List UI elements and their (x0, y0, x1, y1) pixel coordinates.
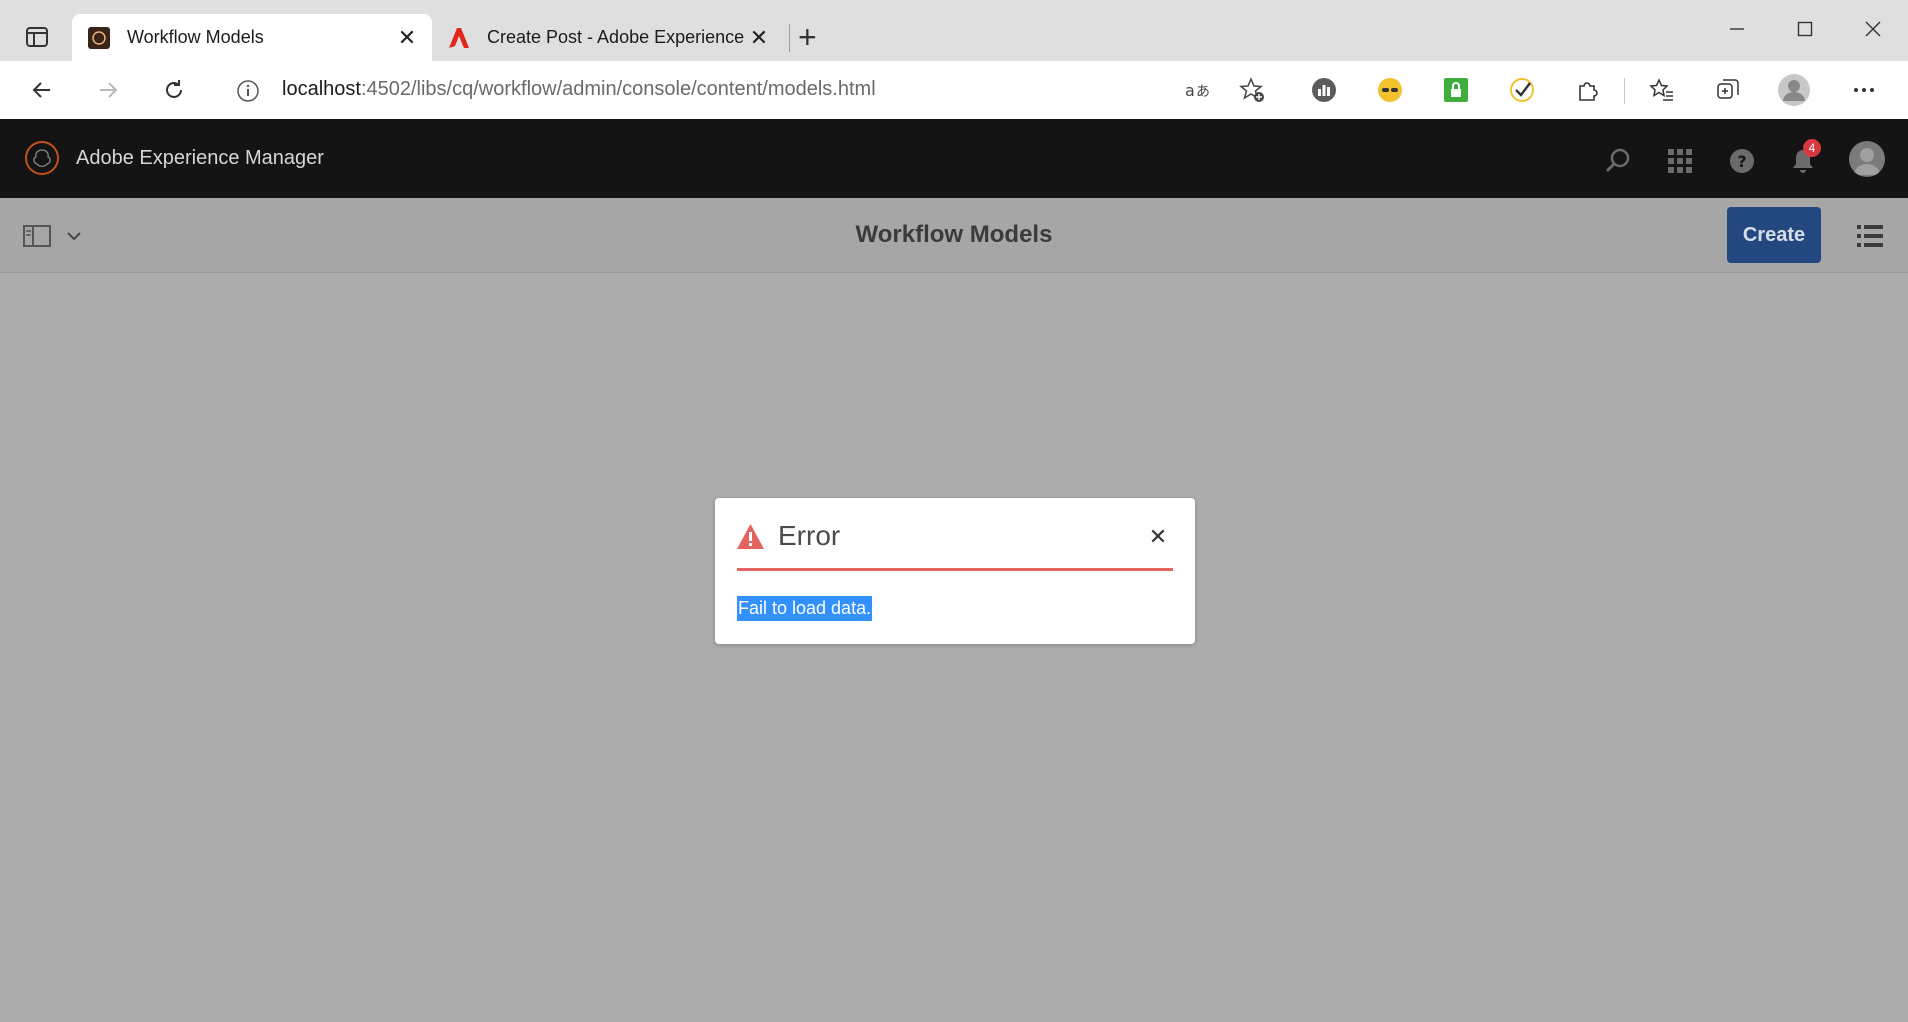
error-message: Fail to load data. (737, 596, 873, 621)
page-title: Workflow Models (855, 221, 1053, 248)
url-path: :4502/libs/cq/workflow/admin/console/con… (360, 78, 876, 100)
refresh-button[interactable] (156, 72, 192, 108)
svg-text:あ: あ (1196, 84, 1210, 100)
maximize-button[interactable] (1785, 14, 1825, 48)
extension-chart-icon[interactable] (1306, 72, 1342, 108)
minimize-button[interactable] (1717, 14, 1757, 48)
favorites-icon[interactable] (1644, 72, 1680, 108)
back-button[interactable] (24, 72, 60, 108)
search-icon[interactable] (1601, 144, 1635, 178)
tab-workflow-models[interactable]: Workflow Models ✕ (72, 14, 432, 61)
aem-favicon-icon (88, 26, 110, 49)
close-tab-icon[interactable]: ✕ (392, 25, 422, 51)
create-button[interactable]: Create (1727, 207, 1821, 263)
dialog-header-rule (737, 568, 1173, 571)
user-avatar[interactable] (1849, 141, 1885, 177)
url-text[interactable]: localhost:4502/libs/cq/workflow/admin/co… (282, 78, 876, 101)
solutions-grid-icon[interactable] (1663, 144, 1697, 178)
site-info-icon[interactable] (236, 79, 260, 103)
collections-icon[interactable] (1710, 72, 1746, 108)
add-favorite-icon[interactable] (1234, 72, 1270, 108)
extension-lock-icon[interactable] (1438, 72, 1474, 108)
product-name[interactable]: Adobe Experience Manager (76, 147, 324, 170)
adobe-favicon-icon (448, 27, 470, 49)
tab-title: Workflow Models (127, 27, 264, 47)
url-host: localhost (282, 78, 361, 100)
help-icon[interactable]: ? (1725, 144, 1759, 178)
extension-glasses-icon[interactable] (1372, 72, 1408, 108)
settings-more-icon[interactable] (1846, 72, 1882, 108)
notification-count-badge: 4 (1803, 139, 1821, 157)
alert-triangle-icon (736, 523, 765, 550)
forward-button[interactable] (90, 72, 126, 108)
tab-title: Create Post - Adobe Experience (487, 27, 744, 47)
close-tab-icon[interactable]: ✕ (744, 25, 774, 51)
tab-actions-icon[interactable] (20, 20, 54, 54)
close-window-button[interactable] (1853, 14, 1893, 48)
dialog-title: Error (778, 520, 841, 551)
extensions-puzzle-icon[interactable] (1570, 72, 1606, 108)
dialog-close-icon[interactable]: ✕ (1146, 524, 1170, 550)
tab-divider (789, 24, 790, 52)
svg-text:?: ? (1737, 152, 1746, 171)
read-aloud-translate-icon[interactable]: aあ (1180, 72, 1216, 108)
extension-check-icon[interactable] (1504, 72, 1540, 108)
new-tab-button[interactable]: + (798, 18, 817, 56)
list-view-icon[interactable] (1856, 222, 1884, 250)
aem-logo-icon[interactable] (25, 141, 59, 175)
profile-icon[interactable] (1776, 72, 1812, 108)
svg-text:a: a (1185, 81, 1195, 100)
tab-create-post[interactable]: Create Post - Adobe Experience ✕ (432, 14, 784, 61)
toolbar-divider (1624, 78, 1625, 104)
